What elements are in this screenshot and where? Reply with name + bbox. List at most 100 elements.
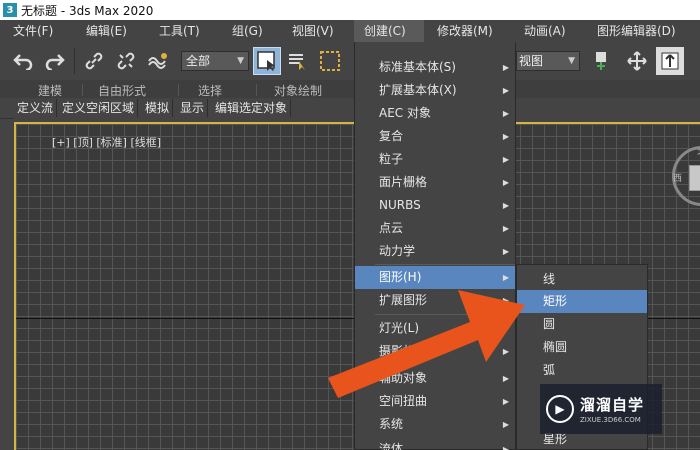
app-icon: 3 <box>3 3 17 17</box>
menu-item-compound[interactable]: 复合 ▶ <box>355 125 515 148</box>
viewcube-west-label: 西 <box>673 174 683 184</box>
selection-filter-value: 全部 <box>186 54 211 68</box>
bind-space-warp-icon[interactable] <box>145 47 171 75</box>
toolbar-divider <box>74 48 75 74</box>
redo-icon[interactable] <box>42 47 68 75</box>
menu-item-label: 面片栅格 <box>379 175 428 189</box>
menu-item-fluids[interactable]: 流体 ▶ <box>355 438 515 450</box>
menu-item-point-cloud[interactable]: 点云 ▶ <box>355 217 515 240</box>
menu-item-label: 标准基本体(S) <box>379 60 456 74</box>
ribbon-tabs: 定义流 定义空闲区域 模拟 显示 编辑选定对象 <box>0 98 700 118</box>
submenu-arrow-icon: ▶ <box>502 86 509 95</box>
menu-item-nurbs[interactable]: NURBS ▶ <box>355 194 515 217</box>
window-title: 无标题 - 3ds Max 2020 <box>21 3 154 18</box>
menu-item-space-warps[interactable]: 空间扭曲 ▶ <box>355 390 515 413</box>
menu-item-patch-grids[interactable]: 面片栅格 ▶ <box>355 171 515 194</box>
submenu-arrow-icon: ▶ <box>502 296 509 305</box>
submenu-arrow-icon: ▶ <box>502 420 509 429</box>
link-icon[interactable] <box>81 47 107 75</box>
submenu-arrow-icon: ▶ <box>502 155 509 164</box>
tab-define-idle-area[interactable]: 定义空闲区域 <box>59 99 139 117</box>
submenu-arrow-icon: ▶ <box>502 445 509 450</box>
menu-item-label: 灯光(L) <box>379 321 420 335</box>
reference-coordinate-dropdown[interactable]: 视图 ▼ <box>516 51 580 71</box>
menu-item-cameras[interactable]: 摄影机 ▶ <box>355 340 515 363</box>
menu-animation[interactable]: 动画(A) <box>524 20 566 42</box>
menu-item-particles[interactable]: 粒子 ▶ <box>355 148 515 171</box>
menu-item-helpers[interactable]: 辅助对象 ▶ <box>355 367 515 390</box>
menu-item-label: 复合 <box>379 129 404 143</box>
viewport-label[interactable]: [+] [顶] [标准] [线框] <box>52 134 161 150</box>
menu-item-label: 流体 <box>379 442 404 450</box>
submenu-arrow-icon: ▶ <box>502 132 509 141</box>
menu-item-shapes[interactable]: 图形(H) ▶ <box>355 266 515 289</box>
submenu-item-ellipse[interactable]: 椭圆 <box>517 336 647 359</box>
reference-coordinate-value: 视图 <box>519 54 544 68</box>
menu-item-systems[interactable]: 系统 ▶ <box>355 413 515 436</box>
menu-tools[interactable]: 工具(T) <box>159 20 200 42</box>
tab-edit-selected[interactable]: 编辑选定对象 <box>212 99 292 117</box>
tab-define-flow[interactable]: 定义流 <box>14 99 58 117</box>
menu-item-label: NURBS <box>379 198 421 212</box>
menu-views[interactable]: 视图(V) <box>292 20 334 42</box>
menu-separator <box>375 314 515 315</box>
unlink-icon[interactable] <box>113 47 139 75</box>
submenu-arrow-icon: ▶ <box>502 201 509 210</box>
pivot-center-icon[interactable] <box>588 47 614 75</box>
menu-bar: 文件(F) 编辑(E) 工具(T) 组(G) 视图(V) 创建(C) 修改器(M… <box>0 20 700 42</box>
submenu-arrow-icon: ▶ <box>502 63 509 72</box>
menu-item-dynamics[interactable]: 动力学 ▶ <box>355 240 515 263</box>
submenu-item-line[interactable]: 线 <box>517 268 647 291</box>
menu-item-aec-objects[interactable]: AEC 对象 ▶ <box>355 102 515 125</box>
select-object-button[interactable] <box>253 47 281 75</box>
menu-file[interactable]: 文件(F) <box>13 20 53 42</box>
submenu-item-rectangle[interactable]: 矩形 <box>517 290 647 313</box>
tab-simulate[interactable]: 模拟 <box>142 99 174 117</box>
menu-edit[interactable]: 编辑(E) <box>86 20 127 42</box>
ribbon-label-object-paint[interactable]: 对象绘制 <box>274 82 322 99</box>
menu-item-label: 扩展基本体(X) <box>379 83 457 97</box>
submenu-arrow-icon: ▶ <box>502 109 509 118</box>
submenu-arrow-icon: ▶ <box>502 324 509 333</box>
menu-graph-editors[interactable]: 图形编辑器(D) <box>597 20 676 42</box>
main-toolbar: 全部 ▼ 视图 ▼ <box>0 42 700 80</box>
ribbon-label-modeling[interactable]: 建模 <box>38 82 62 99</box>
menu-modifiers[interactable]: 修改器(M) <box>437 20 493 42</box>
submenu-item-arc[interactable]: 弧 <box>517 359 647 382</box>
menu-item-standard-primitives[interactable]: 标准基本体(S) ▶ <box>355 56 515 79</box>
submenu-arrow-icon: ▶ <box>502 224 509 233</box>
select-and-manipulate-icon[interactable] <box>656 47 684 75</box>
menu-create[interactable]: 创建(C) <box>354 20 424 42</box>
menu-item-label: 空间扭曲 <box>379 394 428 408</box>
submenu-arrow-icon: ▶ <box>502 247 509 256</box>
left-panel-strip <box>0 118 14 450</box>
undo-icon[interactable] <box>10 47 36 75</box>
chevron-down-icon: ▼ <box>568 56 575 66</box>
select-by-name-icon[interactable] <box>285 47 311 75</box>
menu-item-extended-shapes[interactable]: 扩展图形 ▶ <box>355 289 515 312</box>
ribbon-label-freeform[interactable]: 自由形式 <box>98 82 146 99</box>
submenu-item-circle[interactable]: 圆 <box>517 313 647 336</box>
menu-item-label: AEC 对象 <box>379 106 431 120</box>
title-bar: 3 无标题 - 3ds Max 2020 <box>0 0 700 20</box>
selection-filter-dropdown[interactable]: 全部 ▼ <box>181 51 249 71</box>
viewcube-face[interactable] <box>689 165 700 191</box>
ribbon-group-labels: 建模 自由形式 选择 对象绘制 <box>0 80 700 98</box>
menu-item-label: 系统 <box>379 417 404 431</box>
menu-item-label: 点云 <box>379 221 404 235</box>
viewcube[interactable]: 北 西 <box>672 146 700 206</box>
chevron-down-icon: ▼ <box>237 56 244 66</box>
submenu-arrow-icon: ▶ <box>502 273 509 282</box>
ribbon-divider <box>256 84 257 96</box>
menu-group[interactable]: 组(G) <box>232 20 263 42</box>
watermark-url: ZIXUE.3D66.COM <box>580 416 641 424</box>
create-menu-dropdown: 标准基本体(S) ▶ 扩展基本体(X) ▶ AEC 对象 ▶ 复合 ▶ 粒子 ▶ 面片栅格… <box>354 42 516 450</box>
ribbon-label-selection[interactable]: 选择 <box>198 82 222 99</box>
watermark: ▶ 溜溜自学 ZIXUE.3D66.COM <box>540 384 662 434</box>
move-icon[interactable] <box>624 47 650 75</box>
tab-display[interactable]: 显示 <box>177 99 209 117</box>
menu-item-lights[interactable]: 灯光(L) ▶ <box>355 317 515 340</box>
rectangular-selection-icon[interactable] <box>317 47 343 75</box>
watermark-text: 溜溜自学 <box>580 396 645 414</box>
menu-item-extended-primitives[interactable]: 扩展基本体(X) ▶ <box>355 79 515 102</box>
